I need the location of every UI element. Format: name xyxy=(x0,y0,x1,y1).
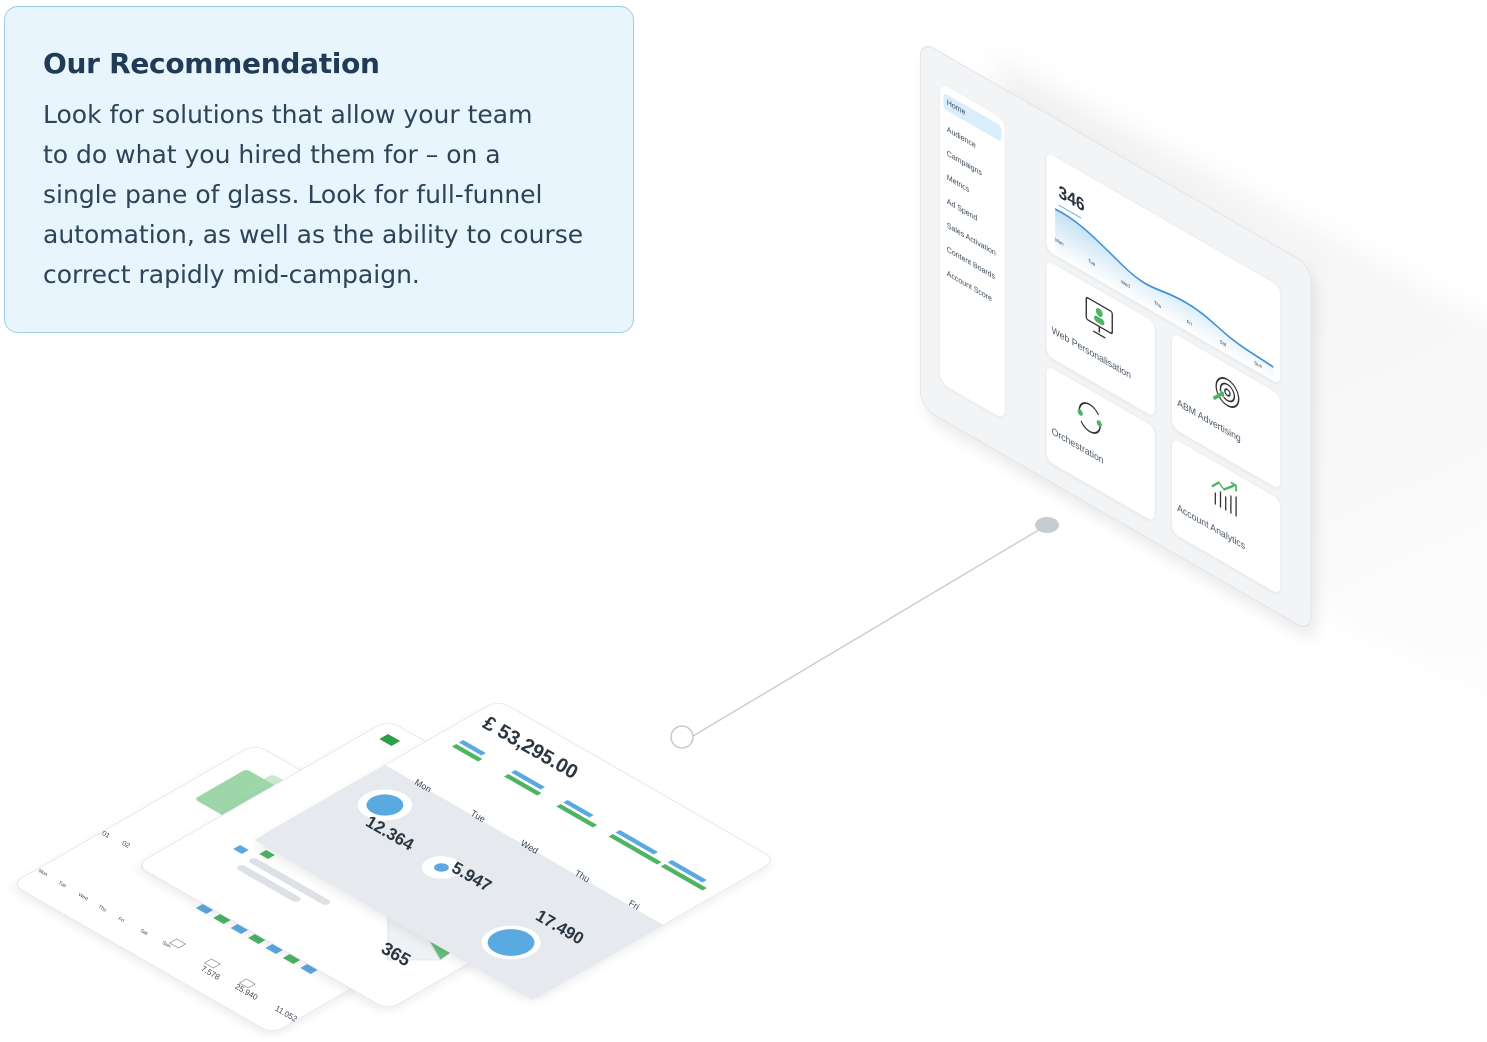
analytics-cards-illustration xyxy=(16,703,771,1031)
